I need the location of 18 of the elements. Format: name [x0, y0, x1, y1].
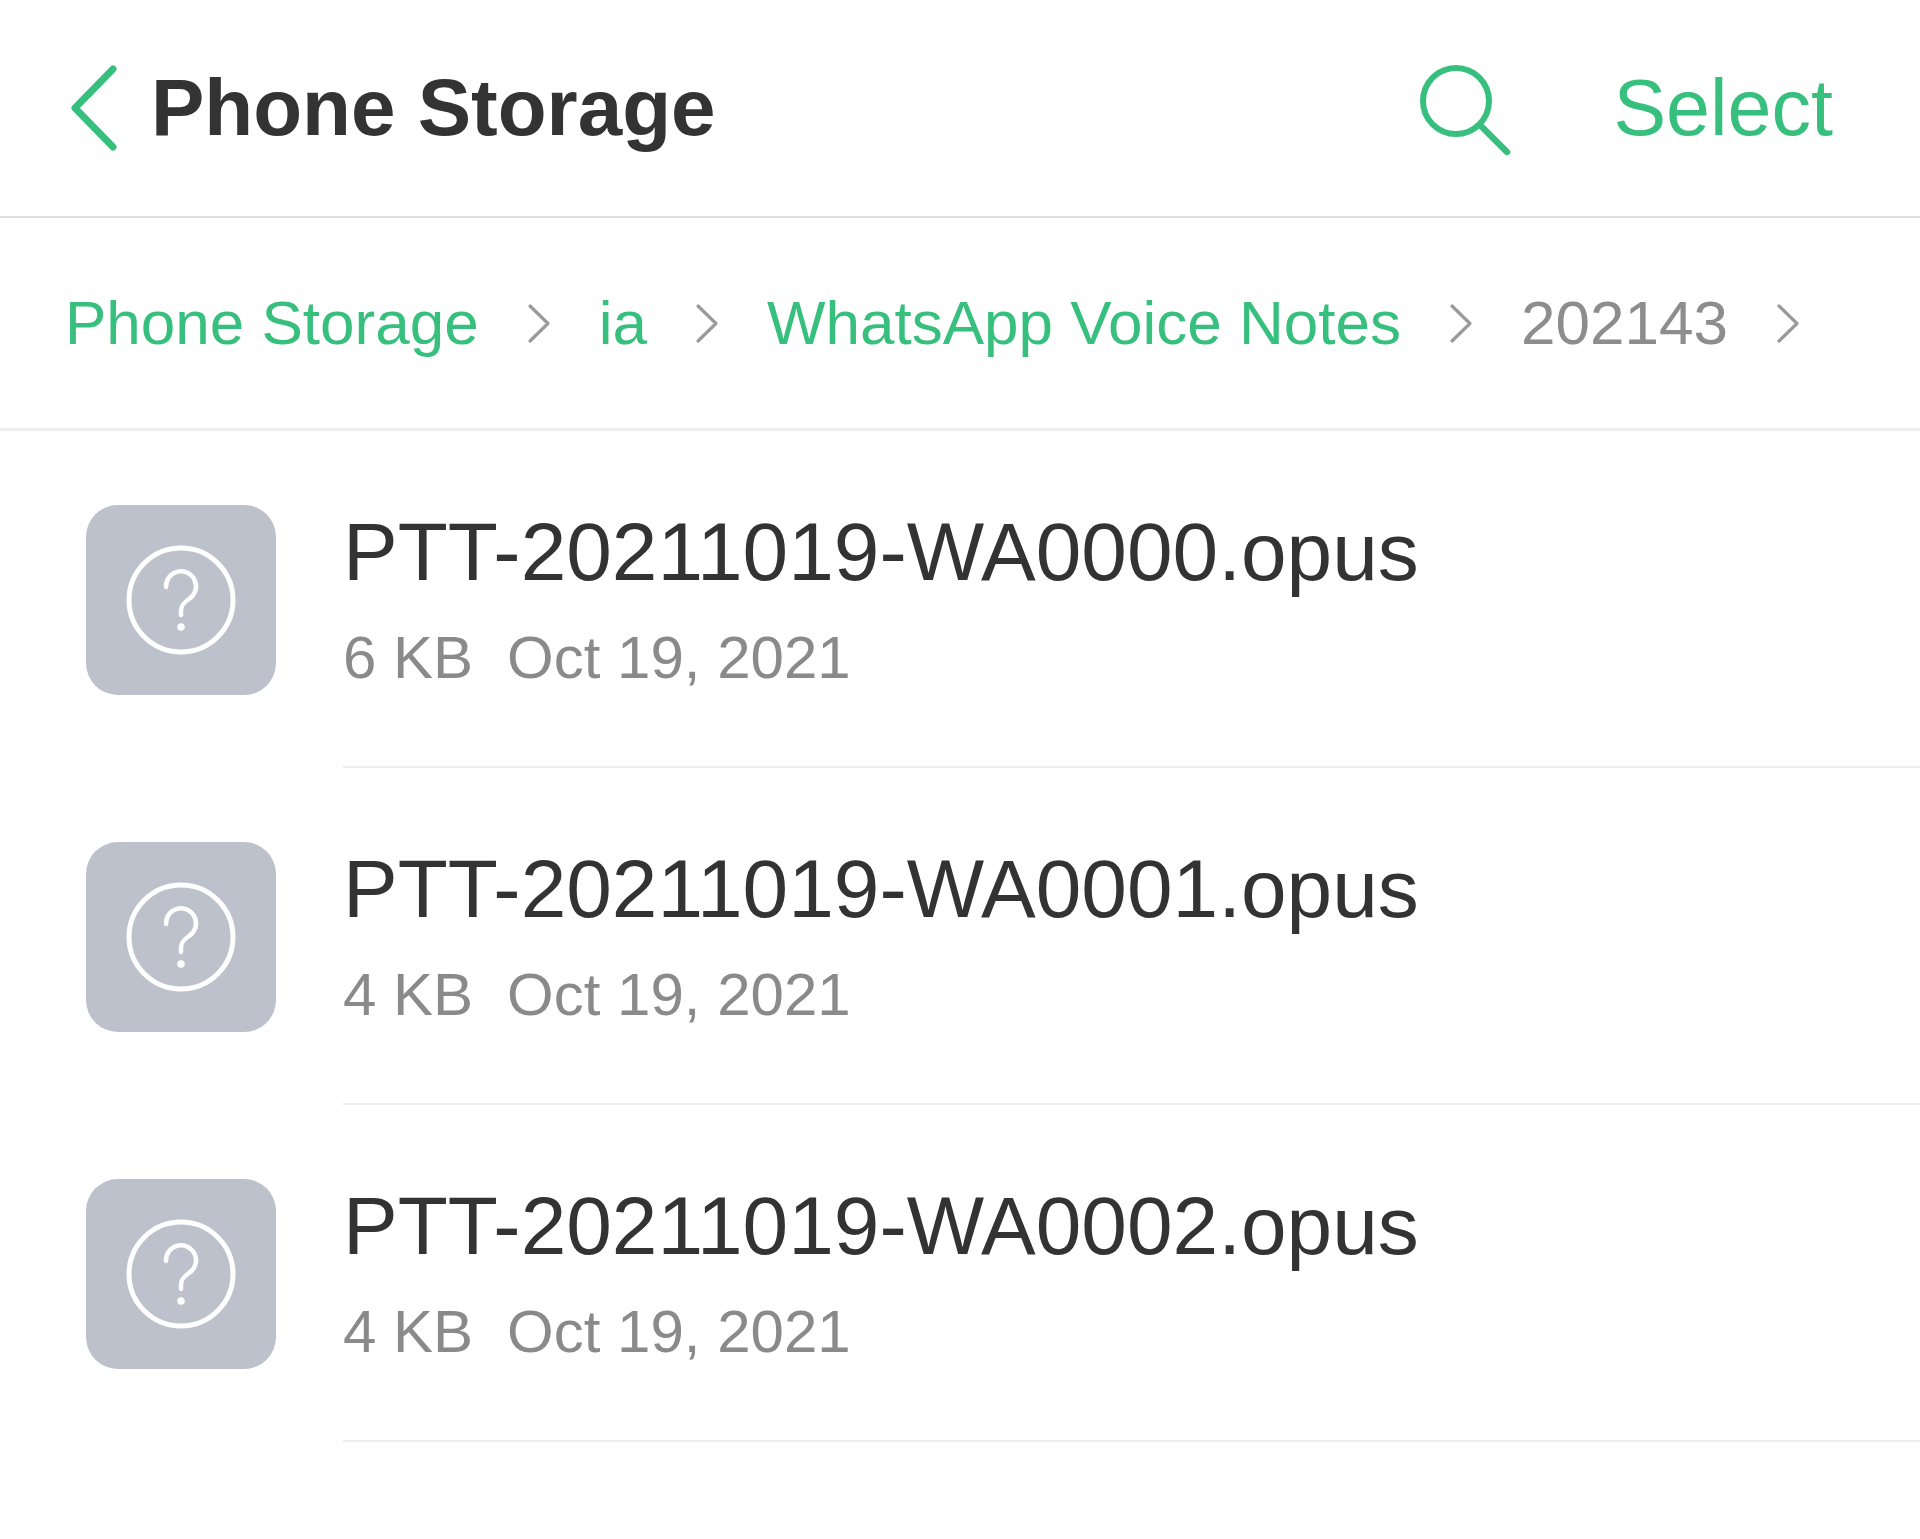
unknown-file-icon	[86, 1178, 276, 1369]
file-size: 6 KB	[343, 623, 474, 693]
file-size: 4 KB	[343, 960, 474, 1030]
unknown-file-icon	[86, 504, 276, 695]
unknown-file-icon	[86, 841, 276, 1032]
breadcrumb-item[interactable]: Phone Storage	[65, 285, 479, 361]
breadcrumb-item[interactable]: ia	[598, 285, 647, 361]
page-title: Phone Storage	[151, 62, 716, 154]
file-name[interactable]: PTT-20211019-WA0002.opus	[343, 1178, 1419, 1274]
select-button[interactable]: Select	[1613, 60, 1833, 156]
file-date: Oct 19, 2021	[507, 623, 851, 693]
breadcrumb-item[interactable]: WhatsApp Voice Notes	[766, 285, 1402, 361]
file-date: Oct 19, 2021	[507, 1297, 851, 1367]
file-name[interactable]: PTT-20211019-WA0000.opus	[343, 504, 1419, 600]
file-size: 4 KB	[343, 1297, 474, 1367]
breadcrumb-item[interactable]: 202143	[1521, 285, 1728, 361]
file-date: Oct 19, 2021	[507, 960, 851, 1030]
file-name[interactable]: PTT-20211019-WA0001.opus	[343, 841, 1419, 937]
